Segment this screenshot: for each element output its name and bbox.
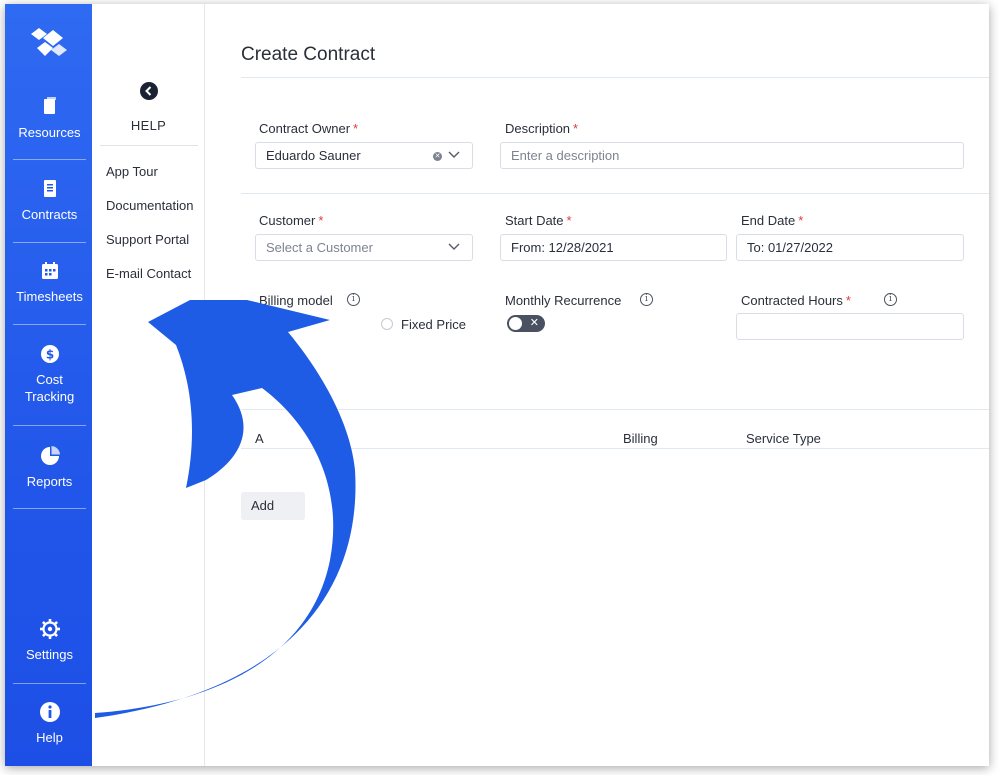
gear-icon	[39, 619, 60, 639]
customer-label: Customer *	[259, 213, 324, 228]
nav-item-help[interactable]: Help	[13, 701, 86, 746]
column-head-prefix: A	[255, 431, 264, 446]
nav-divider	[13, 242, 86, 243]
billing-model-info-icon[interactable]: i	[347, 293, 360, 306]
column-head-service-type: Service Type	[746, 431, 821, 446]
page-title: Create Contract	[241, 44, 376, 65]
nav-item-label: Help	[36, 730, 63, 745]
cost-tracking-icon: $	[40, 345, 59, 363]
contract-owner-label: Contract Owner *	[259, 121, 359, 136]
nav-item-label: Resources	[18, 125, 81, 140]
help-panel-title: HELP	[130, 118, 167, 133]
info-icon	[39, 702, 60, 722]
clear-icon[interactable]: ✕	[433, 152, 442, 161]
nav-item-settings[interactable]: Settings	[13, 618, 86, 663]
table-header-divider	[241, 448, 989, 449]
monthly-recurrence-toggle[interactable]: ✕	[507, 315, 545, 332]
end-date-label: End Date *	[741, 213, 804, 228]
reports-icon	[40, 446, 60, 465]
nav-item-label: Cost Tracking	[24, 372, 75, 404]
nav-item-resources[interactable]: Resources	[13, 96, 86, 141]
chevron-left-icon	[145, 86, 152, 96]
contracted-hours-info-icon[interactable]: i	[884, 293, 897, 306]
customer-select[interactable]: Select a Customer	[255, 234, 473, 261]
help-link-support-portal[interactable]: Support Portal	[106, 232, 189, 247]
nav-item-cost-tracking[interactable]: $ Cost Tracking	[13, 343, 86, 405]
nav-item-timesheets[interactable]: Timesheets	[13, 260, 86, 305]
customer-placeholder: Select a Customer	[266, 240, 373, 255]
contracted-hours-label: Contracted Hours *	[741, 293, 851, 308]
left-nav: Resources Contracts Timesheets $ Cost Tr…	[5, 4, 92, 766]
resources-icon	[43, 97, 56, 114]
help-link-email-contact[interactable]: E-mail Contact	[106, 266, 191, 281]
contracts-icon	[43, 180, 56, 197]
monthly-recurrence-info-icon[interactable]: i	[640, 293, 653, 306]
section-divider	[241, 409, 989, 410]
chevron-down-icon	[448, 243, 460, 250]
nav-divider	[13, 159, 86, 160]
help-divider	[100, 145, 198, 146]
toggle-knob	[509, 317, 522, 330]
contract-owner-select[interactable]: Eduardo Sauner ✕	[255, 142, 473, 169]
fixed-price-radio[interactable]	[381, 318, 393, 330]
collapse-panel-button[interactable]	[140, 82, 158, 100]
app-logo-icon	[31, 28, 67, 56]
nav-divider	[13, 425, 86, 426]
nav-item-contracts[interactable]: Contracts	[13, 178, 86, 223]
nav-item-reports[interactable]: Reports	[13, 445, 86, 490]
start-date-input[interactable]: From: 12/28/2021	[500, 234, 727, 261]
chevron-down-icon	[448, 151, 460, 158]
monthly-recurrence-label: Monthly Recurrence	[505, 293, 622, 308]
start-date-label: Start Date *	[505, 213, 572, 228]
contracted-hours-input[interactable]	[736, 313, 964, 340]
svg-text:$: $	[45, 348, 53, 362]
timesheets-icon	[41, 262, 58, 279]
section-title: nts	[296, 382, 319, 399]
column-head-name: ne	[318, 431, 333, 446]
fixed-price-label: Fixed Price	[401, 317, 467, 332]
end-date-input[interactable]: To: 01/27/2022	[736, 234, 964, 261]
app-window: Resources Contracts Timesheets $ Cost Tr…	[5, 4, 989, 766]
help-link-documentation[interactable]: Documentation	[106, 198, 193, 213]
nav-item-label: Reports	[26, 474, 73, 489]
nav-divider	[13, 683, 86, 684]
nav-item-label: Timesheets	[16, 289, 83, 304]
toggle-off-icon: ✕	[529, 317, 539, 329]
nav-item-label: Settings	[26, 647, 73, 662]
nav-item-label: Contracts	[21, 207, 78, 222]
help-link-app-tour[interactable]: App Tour	[106, 164, 158, 179]
description-label: Description *	[505, 121, 579, 136]
billing-model-label: Billing model	[259, 293, 333, 308]
nav-divider	[13, 508, 86, 509]
contract-owner-value: Eduardo Sauner	[266, 148, 361, 163]
title-divider	[241, 77, 989, 78]
column-head-billing: Billing	[623, 431, 658, 446]
create-contract-form: Create Contract Contract Owner * Eduardo …	[206, 4, 989, 766]
nav-divider	[13, 324, 86, 325]
add-button[interactable]: Add	[241, 492, 305, 520]
row-divider	[241, 193, 989, 194]
help-panel: HELP App Tour Documentation Support Port…	[92, 4, 205, 766]
description-input[interactable]: Enter a description	[500, 142, 964, 169]
